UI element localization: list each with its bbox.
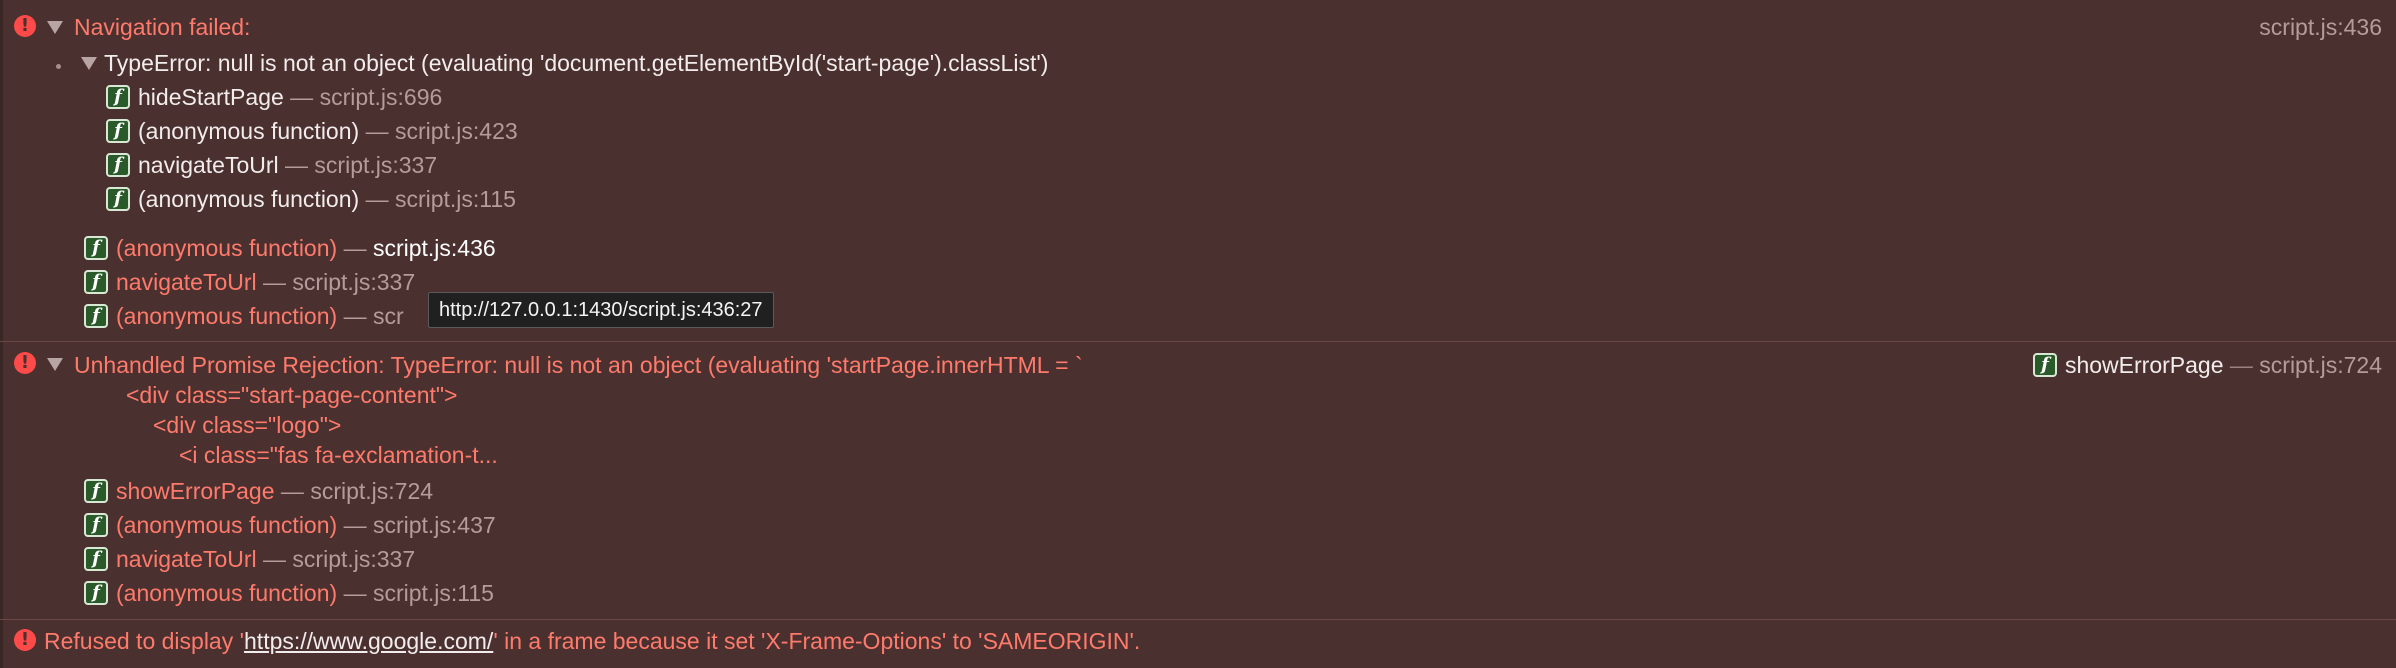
frame-function-name: (anonymous function): [116, 235, 338, 261]
code-line: <div class="start-page-content">: [126, 382, 458, 408]
error-icon: !: [14, 15, 36, 37]
function-icon: f: [106, 152, 130, 177]
function-icon: f: [106, 186, 130, 211]
frame-function-name: (anonymous function): [138, 186, 360, 212]
frame-function-name: (anonymous function): [116, 303, 338, 329]
stack-frame[interactable]: f (anonymous function) — script.js:437: [84, 510, 496, 540]
error-message: Unhandled Promise Rejection: TypeError: …: [74, 352, 1083, 378]
disclosure-triangle-icon[interactable]: [47, 358, 63, 371]
function-icon: f: [84, 512, 108, 537]
bullet-icon: [56, 64, 61, 69]
frame-location[interactable]: script.js:724: [310, 478, 433, 504]
stack-frame[interactable]: f (anonymous function) — script.js:115: [84, 578, 494, 608]
function-icon: f: [106, 84, 130, 109]
source-frame[interactable]: f showErrorPage — script.js:724: [2032, 350, 2382, 380]
stack-frame[interactable]: f (anonymous function) — script.js:436: [84, 233, 496, 263]
entry-divider: [0, 619, 2396, 620]
frame-location[interactable]: scr: [373, 303, 404, 329]
url-link[interactable]: https://www.google.com/: [244, 628, 493, 654]
stack-frame[interactable]: f navigateToUrl — script.js:337: [84, 267, 415, 297]
frame-location[interactable]: script.js:337: [292, 546, 415, 572]
frame-function-name: hideStartPage: [138, 84, 284, 110]
frame-function-name: (anonymous function): [116, 512, 338, 538]
frame-location[interactable]: script.js:696: [320, 84, 443, 110]
function-icon: f: [84, 580, 108, 605]
frame-location[interactable]: script.js:437: [373, 512, 496, 538]
entry-divider: [0, 341, 2396, 342]
frame-location[interactable]: script.js:115: [395, 186, 516, 212]
error-icon: !: [14, 352, 36, 374]
stack-frame[interactable]: f (anonymous function) — script.js:423: [106, 116, 518, 146]
disclosure-triangle-icon[interactable]: [81, 57, 97, 70]
error-message: Navigation failed:: [74, 14, 251, 40]
stack-frame[interactable]: f navigateToUrl — script.js:337: [84, 544, 415, 574]
stack-frame[interactable]: f navigateToUrl — script.js:337: [106, 150, 437, 180]
left-gutter: [0, 0, 3, 668]
function-icon: f: [84, 269, 108, 294]
frame-location[interactable]: script.js:337: [292, 269, 415, 295]
frame-location[interactable]: script.js:436: [373, 235, 496, 261]
source-link[interactable]: script.js:436: [2259, 12, 2382, 42]
stack-frame[interactable]: f (anonymous function) — script.js:115: [106, 184, 516, 214]
function-icon: f: [84, 546, 108, 571]
frame-function-name: (anonymous function): [138, 118, 360, 144]
function-icon: f: [106, 118, 130, 143]
frame-function-name: navigateToUrl: [138, 152, 279, 178]
frame-function-name: navigateToUrl: [116, 546, 257, 572]
function-icon: f: [84, 478, 108, 503]
console-log: ! Navigation failed: script.js:436 TypeE…: [0, 0, 2396, 668]
frame-function-name: showErrorPage: [116, 478, 275, 504]
code-line: <i class="fas fa-exclamation-t...: [179, 442, 498, 468]
frame-location[interactable]: script.js:423: [395, 118, 518, 144]
stack-frame[interactable]: f hideStartPage — script.js:696: [106, 82, 442, 112]
source-function-name: showErrorPage: [2064, 352, 2224, 378]
frame-function-name: navigateToUrl: [116, 269, 257, 295]
disclosure-triangle-icon[interactable]: [47, 21, 63, 34]
nested-error-message: TypeError: null is not an object (evalua…: [104, 50, 1049, 76]
function-icon: f: [2032, 352, 2057, 377]
code-line: <div class="logo">: [153, 412, 342, 438]
stack-frame[interactable]: f showErrorPage — script.js:724: [84, 476, 433, 506]
error-message: Refused to display 'https://www.google.c…: [44, 628, 1141, 654]
function-icon: f: [84, 235, 108, 260]
source-link[interactable]: script.js:724: [2259, 352, 2382, 378]
frame-location[interactable]: script.js:337: [314, 152, 437, 178]
error-icon: !: [14, 629, 36, 651]
url-tooltip: http://127.0.0.1:1430/script.js:436:27: [428, 292, 774, 328]
frame-function-name: (anonymous function): [116, 580, 338, 606]
function-icon: f: [84, 303, 108, 328]
frame-location[interactable]: script.js:115: [373, 580, 494, 606]
stack-frame[interactable]: f (anonymous function) — scr: [84, 301, 404, 331]
